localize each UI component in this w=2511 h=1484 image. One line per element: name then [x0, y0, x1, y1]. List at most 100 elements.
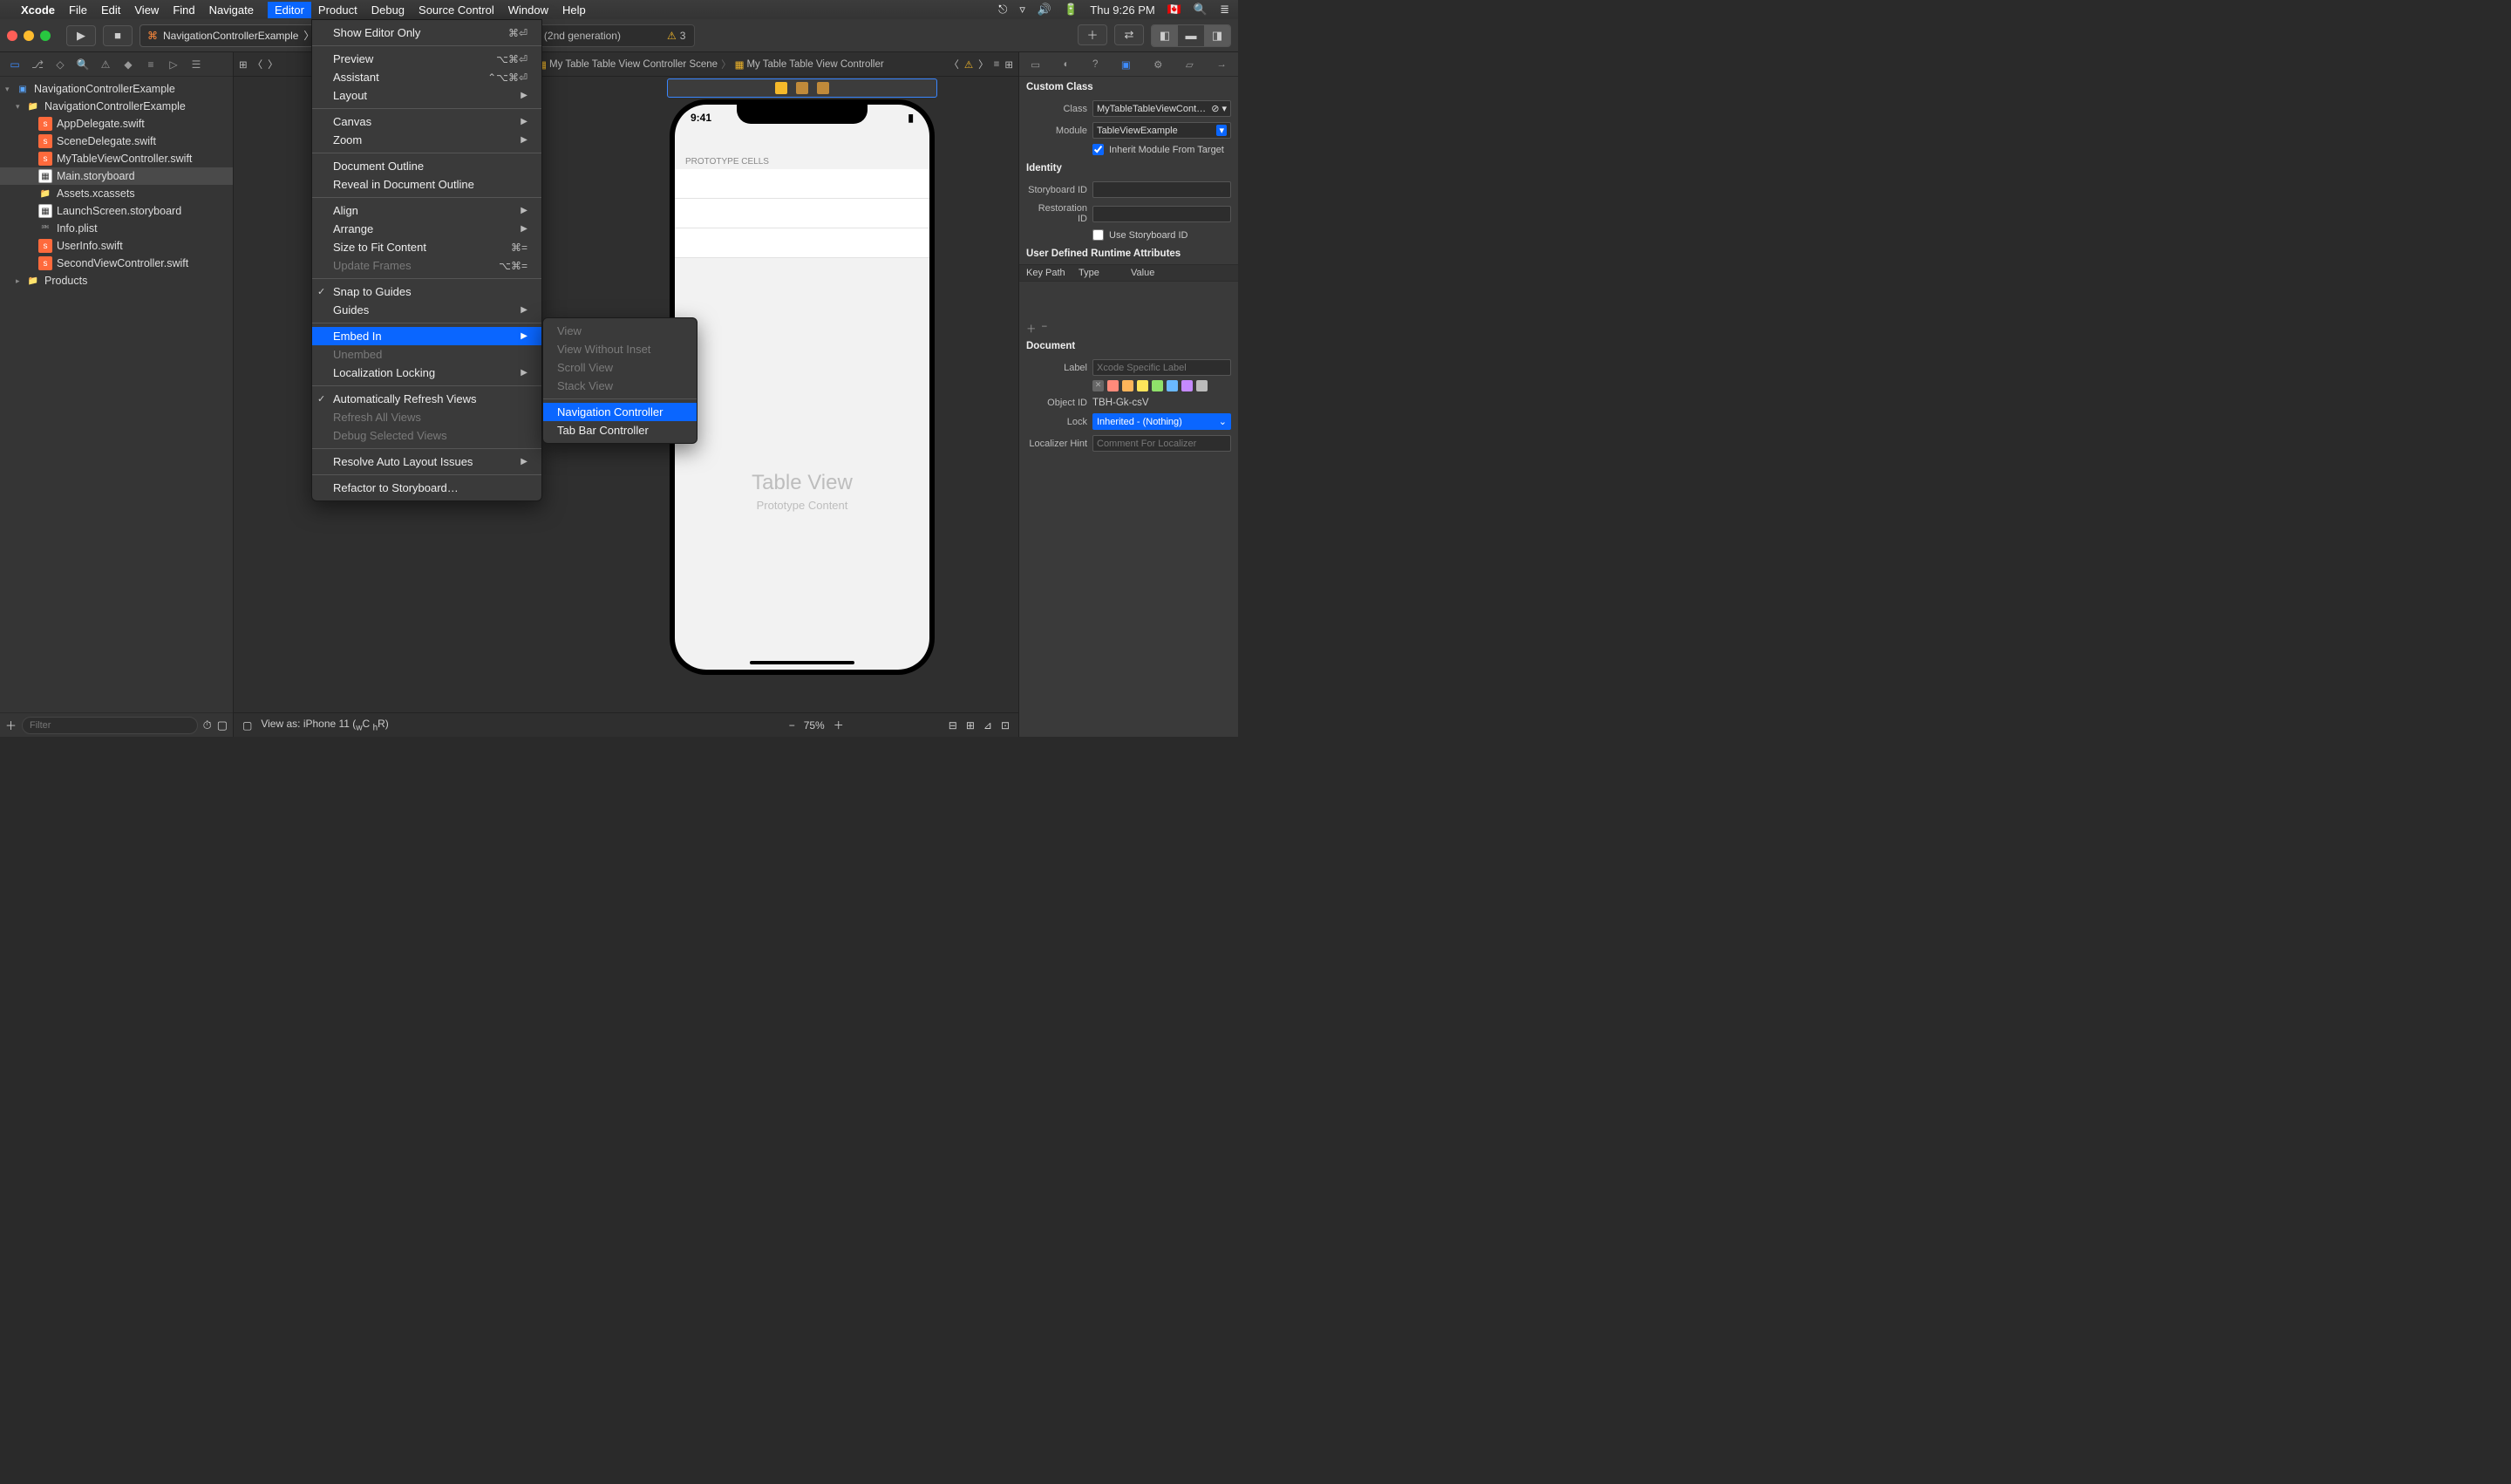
tree-file-selected[interactable]: ▦Main.storyboard — [0, 167, 233, 185]
tree-file[interactable]: sSceneDelegate.swift — [0, 133, 233, 150]
resolve-tool-icon[interactable]: ⊿ — [983, 719, 992, 732]
menu-item[interactable]: Assistant⌃⌥⌘⏎ — [312, 68, 541, 86]
zoom-out-button[interactable]: − — [789, 719, 795, 732]
udra-remove-button[interactable]: − — [1042, 322, 1048, 336]
embed-in-submenu[interactable]: ViewView Without InsetScroll ViewStack V… — [542, 317, 698, 444]
history-inspector-tab[interactable]: ◐ — [1064, 59, 1070, 70]
use-storyboard-id-checkbox[interactable]: Use Storyboard ID — [1019, 227, 1238, 243]
inspector-tabs[interactable]: ▭ ◐ ? ▣ ⚙ ▱ → — [1019, 52, 1238, 77]
tree-group[interactable]: ▾📁 NavigationControllerExample — [0, 98, 233, 115]
label-color-swatches[interactable]: ✕ — [1019, 378, 1238, 395]
tree-file[interactable]: sSecondViewController.swift — [0, 255, 233, 272]
battery-icon[interactable]: 🔋 — [1064, 3, 1078, 17]
symbol-navigator-tab[interactable]: ◇ — [52, 57, 68, 72]
run-button[interactable]: ▶ — [66, 25, 96, 46]
menu-item[interactable]: Reveal in Document Outline — [312, 175, 541, 194]
menu-item[interactable]: Canvas▶ — [312, 112, 541, 131]
jump-crumb-controller[interactable]: ▦My Table Table View Controller — [735, 58, 884, 71]
prototype-cell[interactable] — [675, 169, 929, 199]
menu-item[interactable]: Guides▶ — [312, 301, 541, 319]
toggle-inspector[interactable]: ◨ — [1204, 25, 1230, 46]
prev-issue-button[interactable]: 〈 — [949, 58, 959, 71]
wifi-icon[interactable]: ▿ — [1019, 3, 1025, 17]
navigator-tabs[interactable]: ▭ ⎇ ◇ 🔍 ⚠ ◆ ≡ ▷ ☰ — [0, 52, 233, 77]
menu-item[interactable]: Embed In▶ — [312, 327, 541, 345]
view-as-button[interactable]: View as: iPhone 11 (wC hR) — [261, 718, 388, 732]
adjust-editor-icon[interactable]: ≡ — [994, 59, 1000, 70]
pin-tool-icon[interactable]: ⊞ — [966, 719, 975, 732]
embed-tool-icon[interactable]: ⊡ — [1001, 719, 1010, 732]
window-controls[interactable] — [7, 31, 51, 41]
tree-file[interactable]: ⎃Info.plist — [0, 220, 233, 237]
stop-button[interactable]: ■ — [103, 25, 133, 46]
menu-item[interactable]: Align▶ — [312, 201, 541, 220]
connections-inspector-tab[interactable]: → — [1216, 59, 1227, 70]
menu-item[interactable]: Localization Locking▶ — [312, 364, 541, 382]
menu-item[interactable]: Resolve Auto Layout Issues▶ — [312, 453, 541, 471]
macos-menubar[interactable]: Xcode File Edit View Find Navigate Edito… — [0, 0, 1238, 19]
document-outline-toggle[interactable]: ▢ — [242, 719, 252, 732]
issue-navigator-tab[interactable]: ⚠ — [98, 57, 113, 72]
scene-selection-bar[interactable] — [667, 78, 937, 98]
control-center-icon[interactable]: ≣ — [1220, 3, 1229, 17]
table-cells[interactable] — [675, 169, 929, 258]
prototype-cell[interactable] — [675, 228, 929, 258]
udra-add-button[interactable]: ＋ — [1026, 322, 1037, 336]
add-file-button[interactable]: ＋ — [5, 717, 17, 733]
help-inspector-tab[interactable]: ? — [1092, 59, 1098, 70]
filter-input[interactable] — [22, 717, 198, 734]
jump-crumb-scene[interactable]: ▦My Table Table View Controller Scene — [537, 58, 718, 71]
restoration-id-field[interactable] — [1092, 206, 1231, 222]
tree-file[interactable]: 📁Assets.xcassets — [0, 185, 233, 202]
tree-project-root[interactable]: ▾▣ NavigationControllerExample — [0, 80, 233, 98]
menu-item[interactable]: Preview⌥⌘⏎ — [312, 50, 541, 68]
scm-filter-icon[interactable]: ▢ — [217, 718, 228, 732]
menu-item[interactable]: Layout▶ — [312, 86, 541, 105]
align-tool-icon[interactable]: ⊟ — [949, 719, 957, 732]
zoom-level[interactable]: 75% — [804, 719, 825, 732]
toggle-navigator[interactable]: ◧ — [1152, 25, 1178, 46]
minimize-window-button[interactable] — [24, 31, 34, 41]
breakpoint-navigator-tab[interactable]: ▷ — [166, 57, 181, 72]
volume-icon[interactable]: 🔊 — [1038, 3, 1051, 17]
menu-source-control[interactable]: Source Control — [418, 3, 494, 17]
attributes-inspector-tab[interactable]: ⚙ — [1153, 58, 1162, 71]
zoom-window-button[interactable] — [40, 31, 51, 41]
menu-edit[interactable]: Edit — [101, 3, 120, 17]
spotlight-icon[interactable]: 🔍 — [1194, 3, 1208, 17]
find-navigator-tab[interactable]: 🔍 — [75, 57, 91, 72]
class-field[interactable]: MyTableTableViewCont…⊘ ▾ — [1092, 100, 1231, 117]
menu-debug[interactable]: Debug — [371, 3, 405, 17]
toggle-debug-area[interactable]: ▬ — [1178, 25, 1204, 46]
storyboard-id-field[interactable] — [1092, 181, 1231, 198]
menu-view[interactable]: View — [134, 3, 159, 17]
tree-file[interactable]: sUserInfo.swift — [0, 237, 233, 255]
warning-count[interactable]: 3 — [680, 30, 686, 42]
lock-select[interactable]: Inherited - (Nothing)⌄ — [1092, 413, 1231, 430]
recent-filter-icon[interactable]: ⏱ — [203, 718, 212, 732]
project-navigator-tab[interactable]: ▭ — [7, 57, 23, 72]
file-inspector-tab[interactable]: ▭ — [1031, 58, 1040, 71]
menu-help[interactable]: Help — [562, 3, 586, 17]
menu-item[interactable]: Show Editor Only⌘⏎ — [312, 24, 541, 42]
menu-item[interactable]: ✓Automatically Refresh Views — [312, 390, 541, 408]
tree-file[interactable]: sAppDelegate.swift — [0, 115, 233, 133]
menu-navigate[interactable]: Navigate — [209, 3, 254, 17]
close-window-button[interactable] — [7, 31, 17, 41]
zoom-in-button[interactable]: ＋ — [834, 718, 844, 732]
udra-table-body[interactable] — [1019, 282, 1238, 322]
clock[interactable]: Thu 9:26 PM — [1090, 3, 1154, 17]
menu-item[interactable]: Document Outline — [312, 157, 541, 175]
scheme-selector[interactable]: ⌘ NavigationControllerExample 〉 — [140, 24, 322, 47]
warning-icon[interactable]: ⚠ — [667, 30, 677, 42]
menu-editor[interactable]: Editor — [268, 2, 311, 18]
tree-file[interactable]: ▦LaunchScreen.storyboard — [0, 202, 233, 220]
first-responder-icon[interactable] — [775, 82, 787, 94]
test-navigator-tab[interactable]: ◆ — [120, 57, 136, 72]
menu-product[interactable]: Product — [318, 3, 357, 17]
identity-inspector-tab[interactable]: ▣ — [1121, 58, 1131, 71]
add-editor-icon[interactable]: ⊞ — [1004, 58, 1013, 71]
module-field[interactable]: TableViewExample▾ — [1092, 122, 1231, 139]
menu-item[interactable]: Zoom▶ — [312, 131, 541, 149]
report-navigator-tab[interactable]: ☰ — [188, 57, 204, 72]
